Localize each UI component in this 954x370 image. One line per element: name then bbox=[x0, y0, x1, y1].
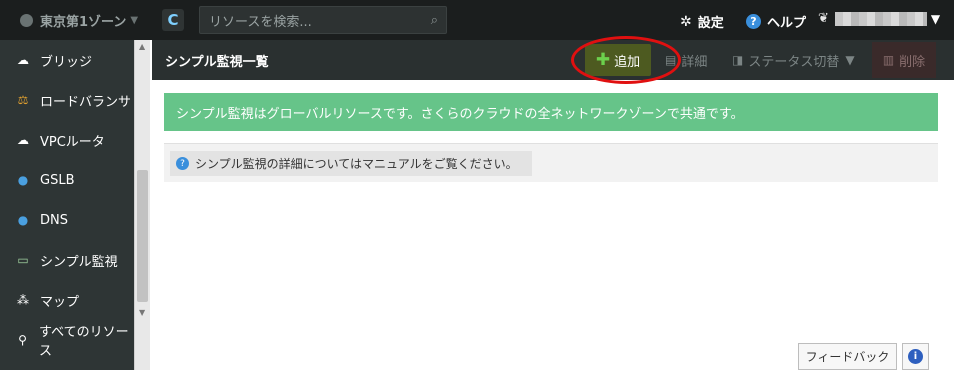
search-placeholder: リソースを検索... bbox=[209, 14, 312, 30]
monitor-icon: ▭ bbox=[17, 253, 29, 267]
help-button[interactable]: ? ヘルプ bbox=[746, 12, 806, 31]
chevron-down-icon: ▼ bbox=[845, 53, 855, 67]
sidebar-item-label: マップ bbox=[40, 294, 80, 310]
reload-button[interactable]: C bbox=[162, 9, 184, 31]
scroll-up-icon[interactable]: ▲ bbox=[139, 42, 145, 51]
sidebar-item-simple-monitor[interactable]: ▭ シンプル監視 bbox=[0, 240, 134, 280]
vpc-router-icon: ☁ bbox=[17, 133, 29, 147]
help-icon: ? bbox=[176, 157, 189, 170]
leaf-icon: ❦ bbox=[818, 11, 829, 26]
search-input[interactable]: リソースを検索... ⌕ bbox=[199, 6, 447, 34]
feedback-label: フィードバック bbox=[805, 350, 890, 364]
gear-icon: ✲ bbox=[680, 13, 692, 30]
info-text: シンプル監視の詳細についてはマニュアルをご覧ください。 bbox=[195, 157, 518, 171]
main-toolbar: シンプル監視一覧 ✚ 追加 ▤ 詳細 ◨ ステータス切替 ▼ ▥ 削除 bbox=[152, 40, 954, 80]
notice-text: シンプル監視はグローバルリソースです。さくらのクラウドの全ネットワークゾーンで共… bbox=[176, 106, 744, 122]
map-icon: ⁂ bbox=[17, 293, 29, 307]
chevron-down-icon: ▼ bbox=[930, 11, 941, 26]
search-icon: ⌕ bbox=[430, 13, 438, 28]
sidebar: ☁ ブリッジ ⚖ ロードバランサ ☁ VPCルータ ● GSLB ● DNS ▭… bbox=[0, 40, 150, 370]
manual-link[interactable]: ? シンプル監視の詳細についてはマニュアルをご覧ください。 bbox=[170, 151, 532, 176]
sidebar-item-label: GSLB bbox=[40, 172, 75, 188]
help-label: ヘルプ bbox=[767, 16, 807, 31]
sidebar-item-label: シンプル監視 bbox=[40, 254, 118, 270]
globe-icon bbox=[20, 13, 33, 27]
status-toggle-button[interactable]: ◨ ステータス切替 ▼ bbox=[732, 40, 860, 80]
top-bar: 東京第1ゾーン ▼ C リソースを検索... ⌕ ✲ 設定 ? ヘルプ ❦ ▼ bbox=[0, 0, 954, 40]
sidebar-item-load-balancer[interactable]: ⚖ ロードバランサ bbox=[0, 80, 134, 120]
detail-label: 詳細 bbox=[681, 54, 708, 70]
info-icon: i bbox=[908, 349, 923, 364]
sidebar-item-label: ブリッジ bbox=[40, 54, 93, 70]
user-menu[interactable]: ❦ ▼ bbox=[818, 11, 940, 26]
settings-label: 設定 bbox=[697, 16, 724, 31]
feedback-button[interactable]: フィードバック bbox=[798, 343, 897, 370]
gslb-icon: ● bbox=[17, 173, 29, 187]
delete-icon: ▥ bbox=[882, 53, 895, 67]
refresh-icon: C bbox=[167, 11, 179, 29]
highlight-circle bbox=[571, 36, 681, 84]
page-title: シンプル監視一覧 bbox=[165, 55, 269, 70]
help-icon: ? bbox=[746, 14, 761, 29]
sidebar-item-map[interactable]: ⁂ マップ bbox=[0, 280, 134, 320]
sidebar-item-vpc-router[interactable]: ☁ VPCルータ bbox=[0, 120, 134, 160]
delete-label: 削除 bbox=[899, 54, 926, 70]
info-button[interactable]: i bbox=[902, 343, 929, 370]
status-icon: ◨ bbox=[732, 53, 744, 67]
sidebar-item-dns[interactable]: ● DNS bbox=[0, 200, 134, 240]
sidebar-item-gslb[interactable]: ● GSLB bbox=[0, 160, 134, 200]
chevron-down-icon: ▼ bbox=[130, 14, 139, 26]
info-panel: ? シンプル監視の詳細についてはマニュアルをご覧ください。 bbox=[164, 143, 938, 182]
sidebar-scrollbar[interactable]: ▲ ▼ bbox=[134, 40, 150, 370]
scrollbar-thumb[interactable] bbox=[137, 170, 148, 302]
sidebar-item-label: DNS bbox=[40, 212, 68, 228]
sidebar-item-label: すべてのリソース bbox=[39, 325, 129, 359]
global-resource-notice: シンプル監視はグローバルリソースです。さくらのクラウドの全ネットワークゾーンで共… bbox=[164, 93, 938, 131]
sidebar-item-bridge[interactable]: ☁ ブリッジ bbox=[0, 40, 134, 80]
scroll-down-icon[interactable]: ▼ bbox=[139, 308, 145, 317]
delete-button[interactable]: ▥ 削除 bbox=[872, 42, 936, 78]
load-balancer-icon: ⚖ bbox=[17, 93, 29, 107]
zone-selector[interactable]: 東京第1ゾーン ▼ bbox=[20, 11, 150, 30]
zone-label: 東京第1ゾーン bbox=[40, 14, 127, 30]
status-label: ステータス切替 bbox=[748, 54, 840, 70]
bridge-icon: ☁ bbox=[17, 53, 29, 67]
sidebar-item-label: VPCルータ bbox=[40, 134, 105, 150]
search-icon: ⚲ bbox=[18, 333, 27, 347]
settings-button[interactable]: ✲ 設定 bbox=[680, 12, 724, 32]
username-redacted bbox=[834, 11, 927, 26]
sidebar-item-label: ロードバランサ bbox=[40, 94, 132, 110]
sidebar-item-all-resources[interactable]: ⚲ すべてのリソース bbox=[0, 320, 134, 360]
dns-icon: ● bbox=[17, 213, 29, 227]
